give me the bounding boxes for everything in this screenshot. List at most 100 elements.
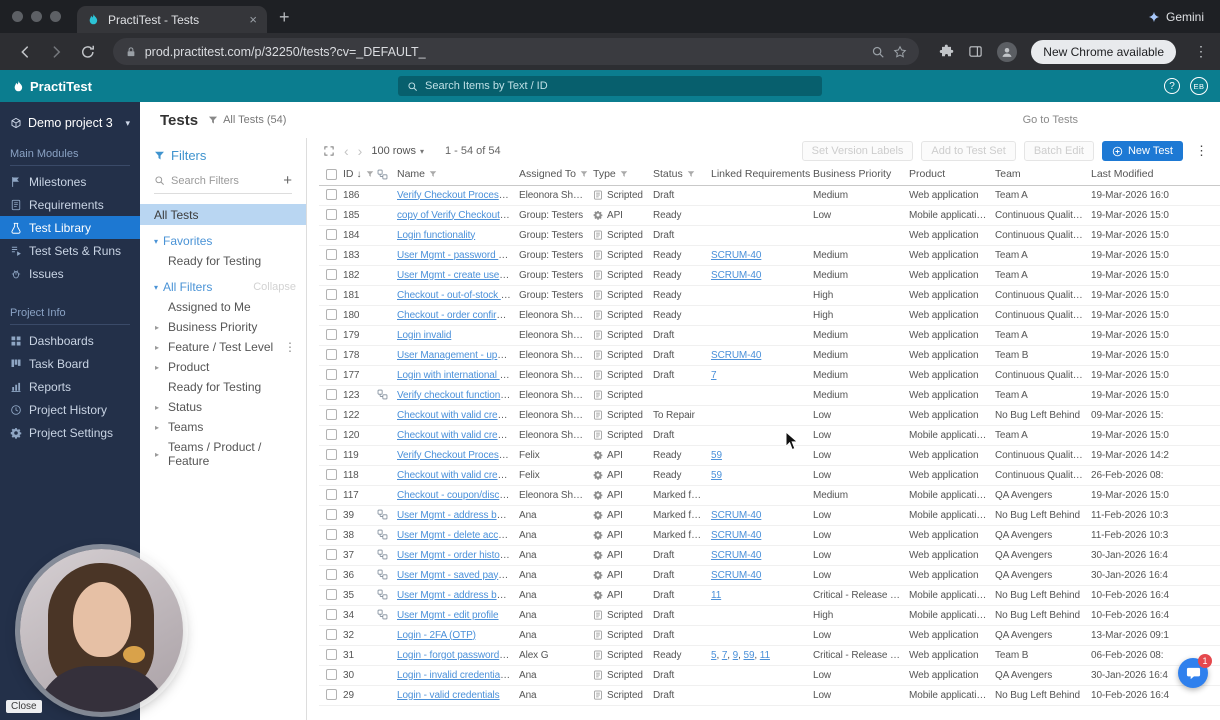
column-filter-icon[interactable]	[366, 170, 374, 178]
extensions-icon[interactable]	[939, 44, 954, 59]
prev-page-icon[interactable]: ‹	[344, 144, 349, 158]
add-filter-button[interactable]: +	[283, 173, 292, 188]
test-name-link[interactable]: Login - forgot password fl...	[397, 650, 515, 661]
test-row-36[interactable]: 36 User Mgmt - saved payme... Ana API Draft S…	[319, 565, 1220, 586]
test-name-link[interactable]: Login invalid	[397, 330, 451, 341]
user-avatar[interactable]: EB	[1190, 77, 1208, 95]
row-checkbox[interactable]	[325, 669, 337, 681]
linked-requirement-link[interactable]: 59	[743, 650, 754, 661]
site-info-icon[interactable]	[125, 46, 137, 58]
test-name-link[interactable]: Checkout - coupon/discou...	[397, 490, 518, 501]
test-name-link[interactable]: Checkout with valid credit ...	[397, 430, 519, 441]
chat-widget-button[interactable]: 1	[1178, 654, 1212, 688]
filter-item-product[interactable]: ▸ Product	[140, 357, 306, 377]
test-name-link[interactable]: Checkout with valid creden...	[397, 470, 519, 481]
linked-requirement-link[interactable]: 11	[711, 590, 721, 601]
filter-item-business-priority[interactable]: ▸ Business Priority	[140, 317, 306, 337]
row-checkbox[interactable]	[325, 229, 337, 241]
test-row-123[interactable]: 123 Verify checkout functionali... Eleonor…	[319, 385, 1220, 406]
column-header-business-priority[interactable]: Business Priority	[813, 164, 909, 186]
row-checkbox[interactable]	[325, 389, 337, 401]
test-name-link[interactable]: Checkout - out-of-stock ite...	[397, 290, 519, 301]
new-test-button[interactable]: New Test	[1101, 141, 1183, 161]
row-checkbox[interactable]	[325, 489, 337, 501]
row-checkbox[interactable]	[325, 589, 337, 601]
test-row-119[interactable]: 119 Verify Checkout Process wi... Felix API…	[319, 445, 1220, 466]
test-name-link[interactable]: Checkout - order confirma...	[397, 310, 518, 321]
sidebar-item-requirements[interactable]: Requirements	[0, 193, 140, 216]
sidebar-item-test-sets-runs[interactable]: Test Sets & Runs	[0, 239, 140, 262]
row-checkbox[interactable]	[325, 529, 337, 541]
rows-per-page-select[interactable]: 100 rows ▾	[371, 145, 424, 157]
webcam-overlay[interactable]	[20, 549, 183, 712]
row-checkbox[interactable]	[325, 509, 337, 521]
linked-requirement-link[interactable]: 9	[733, 650, 739, 661]
sidebar-item-project-settings[interactable]: Project Settings	[0, 421, 140, 444]
row-checkbox[interactable]	[325, 189, 337, 201]
help-button[interactable]: ?	[1164, 78, 1180, 94]
linked-requirement-link[interactable]: 7	[722, 650, 728, 661]
new-tab-button[interactable]: +	[279, 8, 290, 26]
browser-profile-avatar[interactable]	[997, 41, 1018, 62]
filter-group-favorites[interactable]: ▾ Favorites	[140, 225, 306, 251]
add-to-test-set-button[interactable]: Add to Test Set	[921, 141, 1016, 161]
linked-requirement-link[interactable]: SCRUM-40	[711, 350, 761, 361]
test-row-183[interactable]: 183 User Mgmt - password res... Group: Tes…	[319, 245, 1220, 266]
forward-icon[interactable]	[49, 44, 65, 60]
linked-requirement-link[interactable]: SCRUM-40	[711, 510, 761, 521]
test-row-34[interactable]: 34 User Mgmt - edit profile Ana Scripted Dra…	[319, 605, 1220, 626]
test-row-38[interactable]: 38 User Mgmt - delete accou... Ana API Marke…	[319, 525, 1220, 546]
test-name-link[interactable]: User Mgmt - edit profile	[397, 610, 499, 621]
row-checkbox[interactable]	[325, 469, 337, 481]
test-name-link[interactable]: Verify Checkout Process wi...	[397, 190, 519, 201]
table-menu-icon[interactable]: ⋮	[1195, 143, 1208, 159]
column-header-status[interactable]: Status	[653, 164, 711, 186]
row-checkbox[interactable]	[325, 309, 337, 321]
test-row-122[interactable]: 122 Checkout with valid credit ... Eleonor…	[319, 405, 1220, 426]
test-name-link[interactable]: User Mgmt - delete accou...	[397, 530, 517, 541]
test-row-185[interactable]: 185 copy of Verify Checkout P... Group: Te…	[319, 205, 1220, 226]
column-header-id[interactable]: ID ↓	[343, 164, 377, 186]
filter-item-teams-product-feature[interactable]: ▸ Teams / Product / Feature	[140, 437, 306, 471]
test-row-37[interactable]: 37 User Mgmt - order history ... Ana API Dra…	[319, 545, 1220, 566]
view-filter-icon[interactable]	[208, 115, 218, 125]
linked-requirement-link[interactable]: SCRUM-40	[711, 570, 761, 581]
test-name-link[interactable]: User Mgmt - address book...	[397, 590, 519, 601]
row-checkbox[interactable]	[325, 609, 337, 621]
test-row-118[interactable]: 118 Checkout with valid creden... Felix API…	[319, 465, 1220, 486]
linked-requirement-link[interactable]: 11	[760, 650, 770, 661]
sidebar-item-project-history[interactable]: Project History	[0, 398, 140, 421]
column-header-assigned-to[interactable]: Assigned To	[519, 164, 593, 186]
test-name-link[interactable]: User Mgmt - order history ...	[397, 550, 519, 561]
test-row-117[interactable]: 117 Checkout - coupon/discou... Eleonora S…	[319, 485, 1220, 506]
test-name-link[interactable]: Verify Checkout Process wi...	[397, 450, 519, 461]
linked-requirement-link[interactable]: SCRUM-40	[711, 270, 761, 281]
filter-item-feature-test-level[interactable]: ▸ Feature / Test Level ⋮	[140, 337, 306, 357]
row-checkbox[interactable]	[325, 689, 337, 701]
global-search[interactable]	[398, 76, 822, 96]
kebab-menu-icon[interactable]: ⋮	[284, 340, 296, 354]
column-filter-icon[interactable]	[580, 170, 588, 178]
test-row-178[interactable]: 178 User Management - update Eleonora Shei…	[319, 345, 1220, 366]
column-filter-icon[interactable]	[620, 170, 628, 178]
lens-search-icon[interactable]	[871, 45, 885, 59]
gemini-button[interactable]: Gemini	[1148, 10, 1204, 24]
filter-item-status[interactable]: ▸ Status	[140, 397, 306, 417]
row-checkbox[interactable]	[325, 629, 337, 641]
sidebar-item-task-board[interactable]: Task Board	[0, 352, 140, 375]
row-checkbox[interactable]	[325, 449, 337, 461]
bookmark-star-icon[interactable]	[893, 45, 907, 59]
test-name-link[interactable]: Login - valid credentials	[397, 690, 500, 701]
sidebar-item-test-library[interactable]: Test Library	[0, 216, 140, 239]
column-header-type[interactable]: Type	[593, 164, 653, 186]
row-checkbox[interactable]	[325, 409, 337, 421]
row-checkbox[interactable]	[325, 329, 337, 341]
project-selector[interactable]: Demo project 3 ▾	[0, 106, 140, 140]
column-header-product[interactable]: Product	[909, 164, 995, 186]
test-name-link[interactable]: User Mgmt - create user w...	[397, 270, 519, 281]
test-row-177[interactable]: 177 Login with international Ch... Eleonor…	[319, 365, 1220, 386]
test-name-link[interactable]: Checkout with valid credit ...	[397, 410, 519, 421]
go-to-tests-link[interactable]: Go to Tests	[1023, 114, 1078, 126]
test-name-link[interactable]: User Mgmt - address book...	[397, 510, 519, 521]
linked-requirement-link[interactable]: 5	[711, 650, 717, 661]
